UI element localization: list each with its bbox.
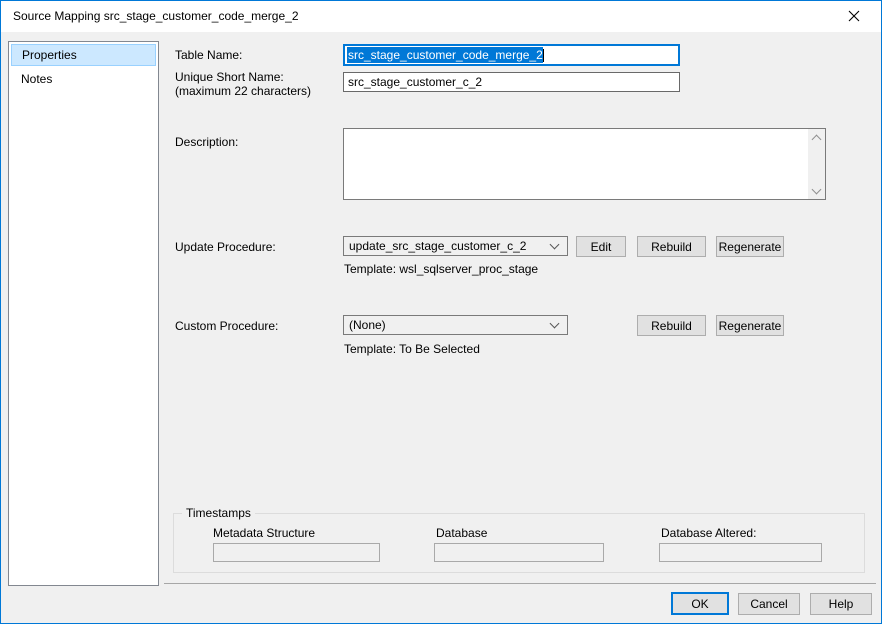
scroll-up-button[interactable] xyxy=(808,130,825,145)
table-name-selected-text: src_stage_customer_code_merge_2 xyxy=(347,47,543,63)
update-procedure-template-text: Template: wsl_sqlserver_proc_stage xyxy=(344,262,539,276)
window-title: Source Mapping src_stage_customer_code_m… xyxy=(13,9,299,23)
metadata-structure-label: Metadata Structure xyxy=(213,526,316,540)
text-caret xyxy=(542,48,544,62)
edit-button[interactable]: Edit xyxy=(576,236,626,257)
footer-divider xyxy=(164,583,876,584)
dialog-window: Source Mapping src_stage_customer_code_m… xyxy=(0,0,882,624)
custom-procedure-template-text: Template: To Be Selected xyxy=(344,342,480,356)
cancel-button-label: Cancel xyxy=(750,597,788,611)
sidebar-item-properties[interactable]: Properties xyxy=(11,44,156,66)
scroll-down-button[interactable] xyxy=(808,183,825,198)
titlebar: Source Mapping src_stage_customer_code_m… xyxy=(1,1,881,32)
database-altered-label: Database Altered: xyxy=(661,526,757,540)
unique-short-name-label-block: Unique Short Name: (maximum 22 character… xyxy=(175,70,311,98)
custom-procedure-value: (None) xyxy=(349,318,386,332)
ok-button-label: OK xyxy=(691,596,709,611)
custom-procedure-select[interactable]: (None) xyxy=(343,315,568,335)
ok-button[interactable]: OK xyxy=(671,592,729,615)
close-icon xyxy=(848,10,860,25)
chevron-down-icon xyxy=(549,239,560,250)
sidebar-item-label: Properties xyxy=(22,48,77,62)
chevron-down-icon xyxy=(549,318,560,329)
timestamps-group: Timestamps Metadata Structure Database D… xyxy=(173,506,865,573)
regenerate-button-label: Regenerate xyxy=(718,318,782,333)
chevron-up-icon xyxy=(811,134,822,144)
database-altered-field xyxy=(659,543,822,562)
metadata-structure-field xyxy=(213,543,380,562)
chevron-down-icon xyxy=(811,184,822,194)
pages-listbox: Properties Notes xyxy=(8,41,159,586)
regenerate-button-label: Regenerate xyxy=(718,239,782,254)
custom-regenerate-button[interactable]: Regenerate xyxy=(716,315,784,336)
update-procedure-value: update_src_stage_customer_c_2 xyxy=(349,239,527,253)
description-textarea[interactable] xyxy=(343,128,826,200)
description-label: Description: xyxy=(175,135,239,149)
rebuild-button-label: Rebuild xyxy=(651,318,692,333)
edit-button-label: Edit xyxy=(590,239,612,254)
update-procedure-select[interactable]: update_src_stage_customer_c_2 xyxy=(343,236,568,256)
help-button-label: Help xyxy=(828,597,854,611)
timestamps-group-label: Timestamps xyxy=(182,506,255,520)
sidebar-item-label: Notes xyxy=(21,72,53,86)
update-procedure-label: Update Procedure: xyxy=(175,240,276,254)
table-name-label: Table Name: xyxy=(175,48,243,62)
database-label: Database xyxy=(436,526,488,540)
unique-short-name-input[interactable]: src_stage_customer_c_2 xyxy=(343,72,680,92)
cancel-button[interactable]: Cancel xyxy=(738,593,800,615)
sidebar-item-notes[interactable]: Notes xyxy=(11,68,156,90)
custom-procedure-label: Custom Procedure: xyxy=(175,319,279,333)
rebuild-button[interactable]: Rebuild xyxy=(637,236,706,257)
help-button[interactable]: Help xyxy=(810,593,872,615)
database-field xyxy=(434,543,604,562)
regenerate-button[interactable]: Regenerate xyxy=(716,236,784,257)
unique-short-name-hint: (maximum 22 characters) xyxy=(175,84,312,98)
unique-short-name-label: Unique Short Name: xyxy=(175,70,284,84)
table-name-input[interactable]: src_stage_customer_code_merge_2 xyxy=(343,44,680,66)
close-button[interactable] xyxy=(839,6,869,28)
description-scrollbar[interactable] xyxy=(808,129,825,199)
rebuild-button-label: Rebuild xyxy=(651,239,692,254)
custom-rebuild-button[interactable]: Rebuild xyxy=(637,315,706,336)
dialog-body: Properties Notes Table Name: src_stage_c… xyxy=(1,32,881,623)
